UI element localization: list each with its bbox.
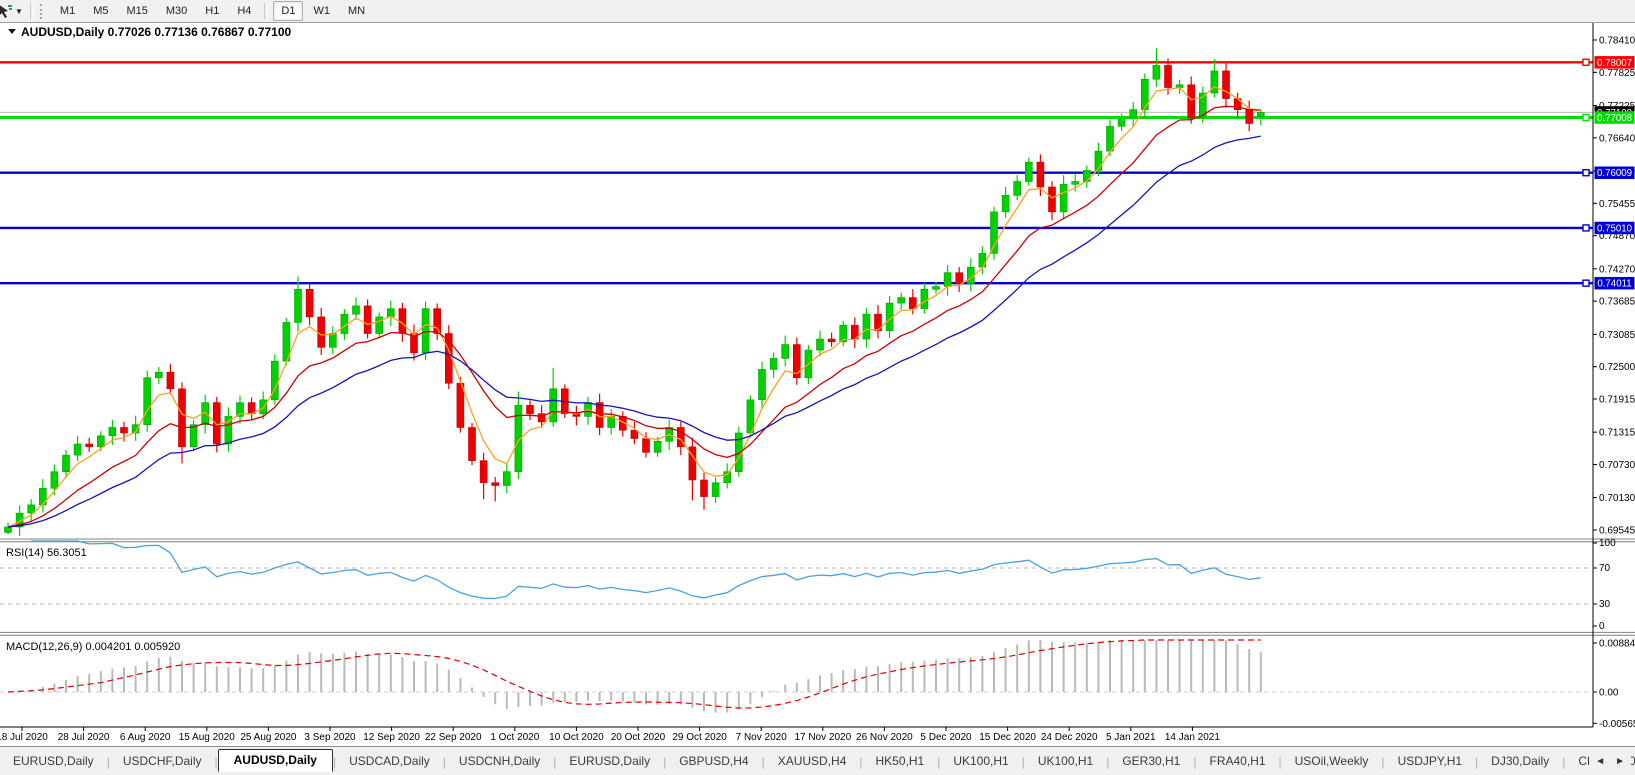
price-tick: 0.78410 bbox=[1599, 36, 1635, 47]
date-tick: 15 Aug 2020 bbox=[179, 732, 236, 743]
rsi-label: RSI(14) 56.3051 bbox=[6, 547, 87, 559]
macd-tick: -0.00565 bbox=[1599, 719, 1635, 730]
timeframe-button-mn[interactable]: MN bbox=[340, 1, 373, 21]
scroll-left-icon[interactable]: ◄ bbox=[1595, 756, 1605, 767]
chart-tab-uk100-h1[interactable]: UK100,H1 bbox=[1025, 751, 1106, 772]
date-tick: 7 Nov 2020 bbox=[736, 732, 788, 743]
date-tick: 12 Sep 2020 bbox=[363, 732, 420, 743]
scroll-right-icon[interactable]: ► bbox=[1615, 756, 1625, 767]
chart-tab-bar: EURUSD,Daily|USDCHF,Daily|AUDUSD,Daily|U… bbox=[0, 746, 1635, 775]
date-tick: 22 Sep 2020 bbox=[425, 732, 482, 743]
date-tick: 28 Jul 2020 bbox=[58, 732, 110, 743]
timeframe-button-m15[interactable]: M15 bbox=[118, 1, 155, 21]
toolbar-grip-handle[interactable] bbox=[40, 4, 46, 19]
timeframe-button-m1[interactable]: M1 bbox=[52, 1, 83, 21]
chart-tab-usdcnh-daily[interactable]: USDCNH,Daily bbox=[446, 751, 553, 772]
toolbar-separator bbox=[30, 3, 34, 19]
mt4-window: ▼ M1M5M15M30H1H4D1W1MN 0.784100.778250.7… bbox=[0, 0, 1635, 775]
date-tick: 20 Oct 2020 bbox=[611, 732, 666, 743]
price-tick: 0.72500 bbox=[1599, 362, 1635, 373]
hline-handle[interactable] bbox=[1583, 114, 1589, 120]
date-tick: 15 Dec 2020 bbox=[979, 732, 1036, 743]
price-label-0.78007: 0.78007 bbox=[1597, 58, 1632, 69]
timeframe-button-h1[interactable]: H1 bbox=[197, 1, 227, 21]
symbol-ohlc-title: AUDUSD,Daily 0.77026 0.77136 0.76867 0.7… bbox=[21, 25, 292, 39]
macd-tick: 0.00884 bbox=[1599, 638, 1635, 649]
date-tick: 10 Oct 2020 bbox=[549, 732, 604, 743]
price-tick: 0.74270 bbox=[1599, 264, 1635, 275]
price-label-0.76009: 0.76009 bbox=[1597, 168, 1632, 179]
macd-label: MACD(12,26,9) 0.004201 0.005920 bbox=[6, 641, 180, 653]
date-tick: 25 Aug 2020 bbox=[240, 732, 297, 743]
chart-tab-xauusd-h4[interactable]: XAUUSD,H4 bbox=[765, 751, 860, 772]
chevron-down-icon[interactable]: ▼ bbox=[15, 7, 23, 16]
chart-tab-gbpusd-h4[interactable]: GBPUSD,H4 bbox=[666, 751, 761, 772]
date-tick: 29 Oct 2020 bbox=[672, 732, 727, 743]
hline-handle[interactable] bbox=[1583, 280, 1589, 286]
price-tick: 0.77825 bbox=[1599, 68, 1635, 79]
chart-tab-usdjpy-h1[interactable]: USDJPY,H1 bbox=[1385, 751, 1475, 772]
cursor-tool-icon[interactable] bbox=[0, 3, 14, 19]
chart-tab-uk100-h1[interactable]: UK100,H1 bbox=[940, 751, 1021, 772]
price-label-0.77008: 0.77008 bbox=[1597, 113, 1632, 124]
price-tick: 0.73085 bbox=[1599, 330, 1635, 341]
chart-tab-hk50-h1[interactable]: HK50,H1 bbox=[863, 751, 938, 772]
chart-tab-fra40-h1[interactable]: FRA40,H1 bbox=[1196, 751, 1278, 772]
rsi-tick: 30 bbox=[1599, 599, 1611, 610]
rsi-tick: 100 bbox=[1599, 538, 1616, 549]
chart-tabs: EURUSD,Daily|USDCHF,Daily|AUDUSD,Daily|U… bbox=[0, 751, 1635, 772]
timeframe-button-h4[interactable]: H4 bbox=[229, 1, 259, 21]
chart-tab-audusd-daily[interactable]: AUDUSD,Daily bbox=[218, 749, 333, 772]
date-tick: 18 Jul 2020 bbox=[0, 732, 48, 743]
price-label-0.75010: 0.75010 bbox=[1597, 223, 1633, 234]
price-tick: 0.76640 bbox=[1599, 133, 1635, 144]
chart-tab-usoil-weekly[interactable]: USOil,Weekly bbox=[1282, 751, 1382, 772]
hline-handle[interactable] bbox=[1583, 170, 1589, 176]
price-tick: 0.71915 bbox=[1599, 395, 1635, 406]
date-tick: 26 Nov 2020 bbox=[856, 732, 913, 743]
timeframe-buttons: M1M5M15M30H1H4 D1W1MN bbox=[51, 1, 374, 21]
tab-scroll-arrows: ◄ ► bbox=[1589, 747, 1631, 775]
hline-handle[interactable] bbox=[1583, 225, 1589, 231]
timeframe-button-m5[interactable]: M5 bbox=[85, 1, 116, 21]
price-tick: 0.69545 bbox=[1599, 526, 1635, 537]
date-tick: 24 Dec 2020 bbox=[1041, 732, 1098, 743]
timeframe-button-w1[interactable]: W1 bbox=[305, 1, 338, 21]
price-tick: 0.71315 bbox=[1599, 428, 1635, 439]
chart-tab-eurusd-daily[interactable]: EURUSD,Daily bbox=[556, 751, 663, 772]
chart-tab-usdchf-daily[interactable]: USDCHF,Daily bbox=[110, 751, 215, 772]
date-tick: 6 Aug 2020 bbox=[120, 732, 171, 743]
rsi-tick: 0 bbox=[1599, 621, 1605, 632]
chart-tab-eurusd-daily[interactable]: EURUSD,Daily bbox=[0, 751, 107, 772]
date-tick: 5 Jan 2021 bbox=[1106, 732, 1156, 743]
date-tick: 1 Oct 2020 bbox=[490, 732, 539, 743]
price-tick: 0.73685 bbox=[1599, 297, 1635, 308]
price-tick: 0.70130 bbox=[1599, 493, 1635, 504]
price-chart: 0.784100.778250.772250.766400.760400.754… bbox=[0, 0, 1635, 775]
date-tick: 5 Dec 2020 bbox=[920, 732, 972, 743]
chart-title: AUDUSD,Daily 0.77026 0.77136 0.76867 0.7… bbox=[8, 25, 292, 39]
price-tick: 0.70730 bbox=[1599, 460, 1635, 471]
timeframe-toolbar: ▼ M1M5M15M30H1H4 D1W1MN bbox=[0, 0, 1635, 23]
date-tick: 3 Sep 2020 bbox=[304, 732, 356, 743]
chart-tab-dj30-daily[interactable]: DJ30,Daily bbox=[1478, 751, 1562, 772]
timeframe-button-d1[interactable]: D1 bbox=[273, 1, 303, 21]
macd-tick: 0.00 bbox=[1599, 688, 1619, 699]
date-tick: 14 Jan 2021 bbox=[1165, 732, 1220, 743]
toolbar-separator bbox=[264, 3, 268, 19]
hline-handle[interactable] bbox=[1583, 59, 1589, 65]
price-label-0.74011: 0.74011 bbox=[1597, 279, 1631, 290]
timeframe-button-m30[interactable]: M30 bbox=[158, 1, 195, 21]
date-tick: 17 Nov 2020 bbox=[794, 732, 851, 743]
price-tick: 0.75455 bbox=[1599, 199, 1635, 210]
chart-tab-usdcad-daily[interactable]: USDCAD,Daily bbox=[336, 751, 443, 772]
chart-tab-ger30-h1[interactable]: GER30,H1 bbox=[1109, 751, 1193, 772]
rsi-tick: 70 bbox=[1599, 563, 1611, 574]
